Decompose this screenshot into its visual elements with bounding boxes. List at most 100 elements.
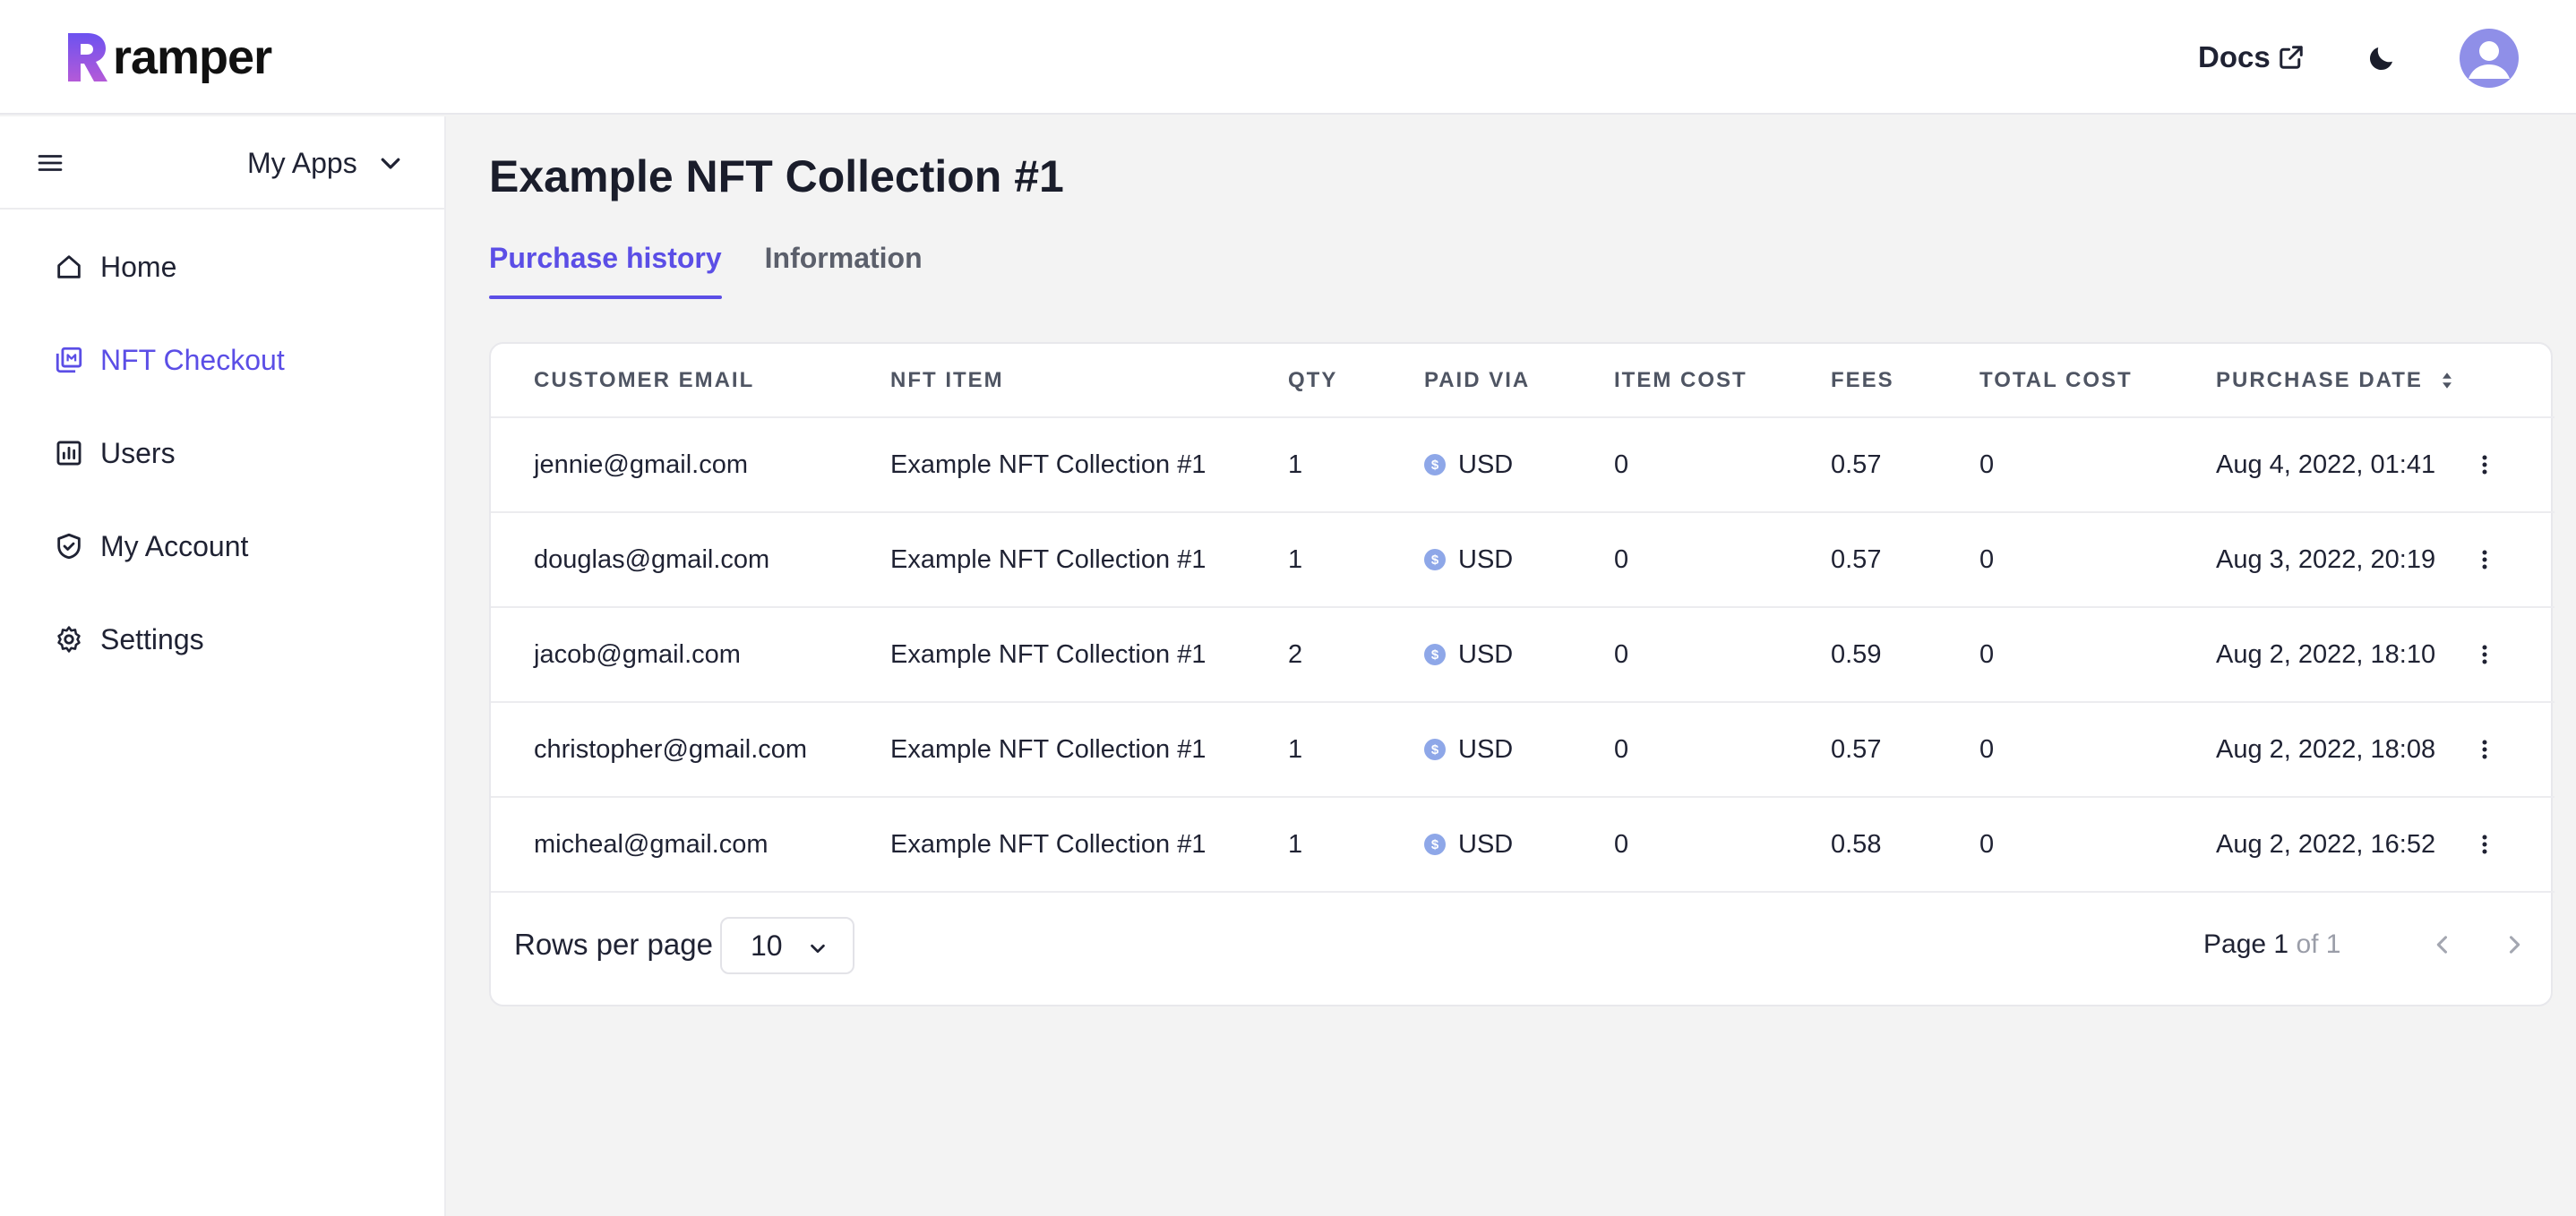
cell-paid-via: $ USD (1424, 797, 1614, 893)
cell-fees: 0.59 (1831, 607, 1979, 703)
sort-icon[interactable] (2441, 371, 2453, 390)
cell-email: jacob@gmail.com (491, 607, 890, 703)
rows-per-page-label: Rows per page (514, 928, 713, 961)
tab-purchase-history[interactable]: Purchase history (489, 235, 722, 299)
cell-fees: 0.58 (1831, 797, 1979, 893)
table-row: douglas@gmail.com Example NFT Collection… (491, 512, 2555, 608)
row-menu-button[interactable] (2467, 732, 2503, 767)
next-page-button[interactable] (2492, 922, 2537, 967)
sidebar-nav: Home NFT Checkout Users My Account Setti… (0, 220, 444, 686)
paid-via-value: USD (1458, 734, 1514, 764)
docs-label: Docs (2198, 40, 2271, 73)
cell-email: christopher@gmail.com (491, 702, 890, 798)
purchase-history-card: CUSTOMER EMAIL NFT ITEM QTY PAID VIA ITE… (489, 342, 2555, 1006)
cell-actions (2467, 797, 2555, 893)
kebab-menu-icon (2482, 645, 2487, 664)
table-header-row: CUSTOMER EMAIL NFT ITEM QTY PAID VIA ITE… (491, 344, 2555, 418)
moon-icon (2369, 47, 2392, 71)
chevron-down-icon (811, 944, 825, 954)
kebab-menu-icon (2482, 740, 2487, 759)
cell-paid-via: $ USD (1424, 417, 1614, 513)
cell-qty: 1 (1288, 702, 1424, 798)
cell-purchase-date: Aug 2, 2022, 18:10 (2216, 607, 2467, 703)
cell-fees: 0.57 (1831, 512, 1979, 608)
user-avatar[interactable] (2460, 29, 2519, 88)
brand-name: ramper (113, 30, 272, 84)
sidebar: My Apps Home NFT Checkout Users My Accou… (0, 116, 446, 1216)
home-icon (57, 255, 81, 278)
docs-link[interactable]: Docs (2198, 36, 2305, 79)
cell-qty: 1 (1288, 797, 1424, 893)
row-menu-button[interactable] (2467, 542, 2503, 578)
sidebar-item-users[interactable]: Users (0, 407, 444, 500)
rows-per-page-value: 10 (751, 929, 783, 962)
nft-checkout-icon (56, 347, 82, 373)
purchase-date-label: PURCHASE DATE (2216, 367, 2423, 392)
usd-coin-icon: $ (1424, 834, 1446, 855)
sidebar-item-label: Users (100, 436, 176, 469)
sidebar-item-label: NFT Checkout (100, 343, 285, 376)
chevron-down-icon (381, 158, 400, 169)
sidebar-item-my-account[interactable]: My Account (0, 500, 444, 593)
row-menu-button[interactable] (2467, 637, 2503, 672)
column-header-paid-via: PAID VIA (1424, 344, 1614, 418)
page-title: Example NFT Collection #1 (489, 151, 1064, 201)
sidebar-item-nft-checkout[interactable]: NFT Checkout (0, 313, 444, 407)
cell-paid-via: $ USD (1424, 512, 1614, 608)
purchase-history-table: CUSTOMER EMAIL NFT ITEM QTY PAID VIA ITE… (491, 344, 2555, 893)
cell-paid-via: $ USD (1424, 702, 1614, 798)
previous-page-button[interactable] (2420, 922, 2465, 967)
usd-coin-icon: $ (1424, 454, 1446, 475)
cell-email: douglas@gmail.com (491, 512, 890, 608)
cell-item-cost: 0 (1614, 512, 1831, 608)
cell-purchase-date: Aug 2, 2022, 16:52 (2216, 797, 2467, 893)
cell-nft-item: Example NFT Collection #1 (890, 797, 1288, 893)
shield-check-icon (57, 533, 81, 560)
page-label: Page (2203, 929, 2267, 959)
cell-total-cost: 0 (1979, 702, 2216, 798)
brand-logo[interactable]: ramper (66, 30, 272, 84)
cell-total-cost: 0 (1979, 607, 2216, 703)
hamburger-menu-icon[interactable] (34, 147, 66, 179)
sidebar-item-label: Home (100, 250, 177, 283)
column-header-purchase-date[interactable]: PURCHASE DATE (2216, 344, 2467, 418)
cell-nft-item: Example NFT Collection #1 (890, 512, 1288, 608)
cell-item-cost: 0 (1614, 607, 1831, 703)
paid-via-value: USD (1458, 829, 1514, 859)
sidebar-item-settings[interactable]: Settings (0, 593, 444, 686)
chevron-right-icon (2509, 936, 2520, 954)
cell-item-cost: 0 (1614, 797, 1831, 893)
gear-icon (57, 626, 81, 653)
cell-total-cost: 0 (1979, 417, 2216, 513)
chart-icon (56, 441, 82, 466)
column-header-total-cost: TOTAL COST (1979, 344, 2216, 418)
app-switcher: My Apps (0, 116, 444, 210)
cell-actions (2467, 417, 2555, 513)
rows-per-page-select[interactable]: 10 (720, 917, 854, 974)
usd-coin-icon: $ (1424, 549, 1446, 570)
cell-email: micheal@gmail.com (491, 797, 890, 893)
page-indicator: Page 1 of 1 (2203, 929, 2341, 960)
paid-via-value: USD (1458, 544, 1514, 574)
sidebar-item-home[interactable]: Home (0, 220, 444, 313)
cell-actions (2467, 702, 2555, 798)
tab-bar: Purchase history Information (489, 235, 966, 299)
cell-fees: 0.57 (1831, 702, 1979, 798)
theme-toggle-button[interactable] (2361, 38, 2402, 79)
table-row: micheal@gmail.com Example NFT Collection… (491, 797, 2555, 893)
cell-fees: 0.57 (1831, 417, 1979, 513)
table-pagination: Rows per page 10 Page 1 of 1 (491, 886, 2551, 1003)
table-row: christopher@gmail.com Example NFT Collec… (491, 702, 2555, 798)
cell-item-cost: 0 (1614, 417, 1831, 513)
row-menu-button[interactable] (2467, 447, 2503, 483)
column-header-item-cost: ITEM COST (1614, 344, 1831, 418)
paid-via-value: USD (1458, 450, 1514, 479)
tab-information[interactable]: Information (765, 235, 923, 299)
sidebar-item-label: My Account (100, 529, 249, 562)
my-apps-dropdown[interactable]: My Apps (247, 136, 404, 190)
table-row: jacob@gmail.com Example NFT Collection #… (491, 607, 2555, 703)
ramper-logo-icon (68, 33, 107, 81)
table-row: jennie@gmail.com Example NFT Collection … (491, 417, 2555, 513)
column-header-fees: FEES (1831, 344, 1979, 418)
row-menu-button[interactable] (2467, 826, 2503, 862)
